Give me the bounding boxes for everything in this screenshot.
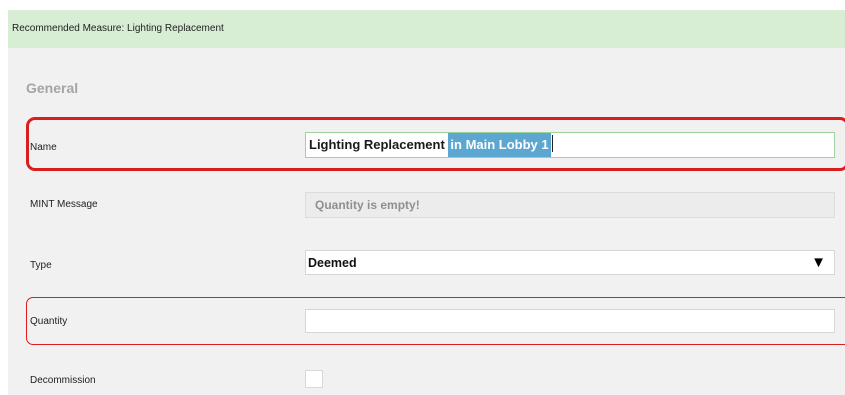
dropdown-arrow-icon[interactable]: ▼ <box>811 251 826 275</box>
name-input-text: Lighting Replacement <box>309 137 449 152</box>
decommission-checkbox[interactable] <box>305 370 323 388</box>
measure-form-panel: Recommended Measure: Lighting Replacemen… <box>8 10 845 395</box>
type-select[interactable]: Deemed ▼ <box>305 250 835 275</box>
quantity-input[interactable] <box>305 309 835 333</box>
type-select-value: Deemed <box>308 256 357 270</box>
name-label: Name <box>30 142 57 153</box>
name-input-selected-text: in Main Lobby 1 <box>448 133 551 157</box>
text-caret <box>551 135 553 152</box>
section-title-general: General <box>26 80 79 96</box>
name-input[interactable]: Lighting Replacement in Main Lobby 1 <box>305 132 835 158</box>
type-label: Type <box>30 260 52 271</box>
decommission-label: Decommission <box>30 375 96 386</box>
form-header: Recommended Measure: Lighting Replacemen… <box>8 10 845 48</box>
form-header-title: Recommended Measure: Lighting Replacemen… <box>12 23 224 34</box>
mint-message-field: Quantity is empty! <box>305 192 835 218</box>
quantity-label: Quantity <box>30 316 68 327</box>
mint-message-label: MINT Message <box>30 199 98 210</box>
